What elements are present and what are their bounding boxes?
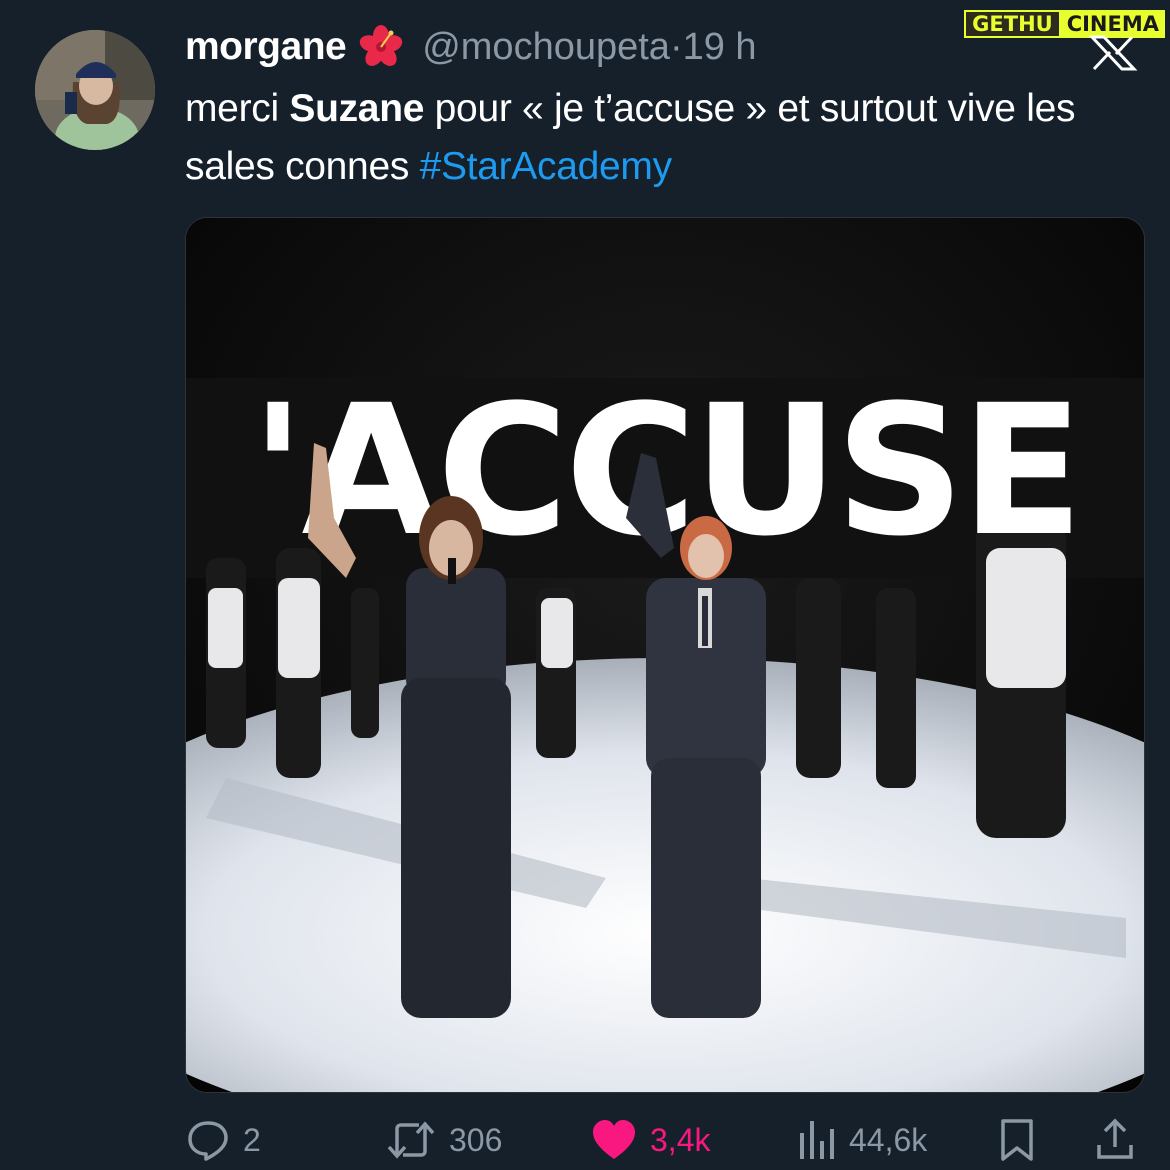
hashtag-link[interactable]: #StarAcademy: [420, 145, 672, 188]
author-handle[interactable]: @mochoupeta: [422, 26, 670, 69]
separator-dot: ·: [669, 25, 683, 68]
watermark-part1: GETHU: [964, 10, 1061, 38]
tweet-text: merci Suzane pour « je t’accuse » et sur…: [185, 80, 1135, 196]
reply-button[interactable]: 2: [185, 1112, 261, 1168]
like-count: 3,4k: [650, 1121, 711, 1158]
bookmark-icon: [1001, 1119, 1033, 1161]
retweet-count: 306: [449, 1121, 503, 1158]
tweet-header: morgane @mochoupeta · 19 h: [185, 22, 757, 72]
tweet-actions: 2 306 3,4k 44,6k: [185, 1112, 1145, 1168]
x-logo-icon: [1088, 35, 1138, 71]
views-count: 44,6k: [849, 1121, 928, 1158]
retweet-button[interactable]: 306: [385, 1112, 502, 1168]
reply-count: 2: [243, 1121, 261, 1158]
tweet-media[interactable]: 'ACCUSE: [185, 217, 1145, 1093]
views-button[interactable]: 44,6k: [797, 1112, 927, 1168]
photo-icon: 'ACCUSE: [186, 218, 1144, 1092]
like-button[interactable]: 3,4k: [590, 1112, 710, 1168]
share-icon: [1097, 1118, 1133, 1159]
mention-bold: Suzane: [289, 87, 425, 130]
channel-watermark: GETHU CINEMA: [964, 10, 1165, 38]
views-chart-icon: [800, 1121, 834, 1159]
author-name[interactable]: morgane: [185, 25, 347, 69]
retweet-icon: [387, 1121, 435, 1159]
avatar-image: [35, 30, 155, 150]
avatar[interactable]: [35, 30, 155, 150]
hibiscus-icon: [359, 25, 403, 66]
heart-icon: [593, 1120, 635, 1159]
text-part1: merci: [185, 87, 290, 130]
bookmark-button[interactable]: [997, 1112, 1037, 1168]
share-button[interactable]: [1095, 1112, 1135, 1168]
watermark-part2: CINEMA: [1060, 10, 1165, 38]
reply-icon: [188, 1121, 228, 1161]
tweet-time[interactable]: 19 h: [683, 26, 757, 69]
